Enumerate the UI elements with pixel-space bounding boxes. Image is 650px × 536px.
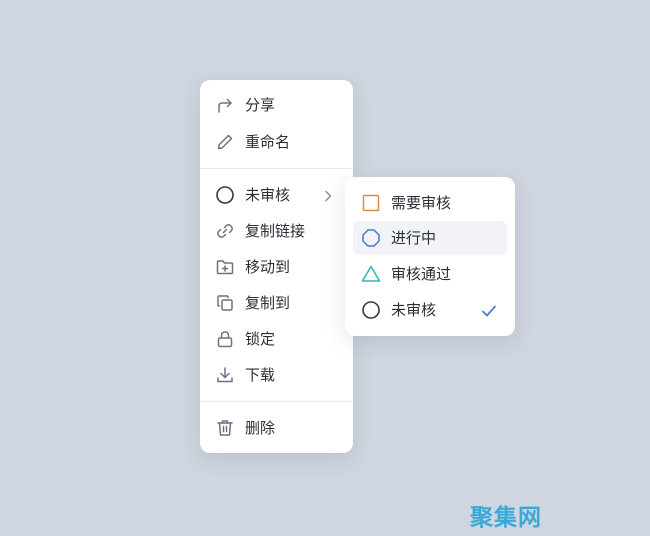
submenu-item-label: 未审核 [391, 301, 437, 319]
circle-icon [361, 300, 381, 320]
menu-item-copy-to[interactable]: 复制到 [200, 288, 353, 318]
menu-item-label: 锁定 [245, 330, 276, 348]
folder-plus-icon [215, 257, 235, 277]
square-icon [361, 193, 381, 213]
menu-item-move-to[interactable]: 移动到 [200, 252, 353, 282]
lock-icon [215, 329, 235, 349]
menu-item-label: 未审核 [245, 186, 291, 204]
menu-item-rename[interactable]: 重命名 [200, 127, 353, 157]
submenu-item-needs-review[interactable]: 需要审核 [353, 186, 507, 220]
share-icon [215, 95, 235, 115]
watermark-logo: 聚集网 [470, 505, 542, 531]
submenu-item-label: 审核通过 [391, 265, 452, 283]
submenu-item-label: 需要审核 [391, 194, 452, 212]
octagon-icon [361, 228, 381, 248]
menu-item-label: 复制链接 [245, 222, 306, 240]
context-menu: 分享 重命名 未审核 复制链接 移动到 复制到 锁定 下载 删除 [200, 80, 353, 453]
menu-item-label: 删除 [245, 419, 276, 437]
checkmark-icon [481, 303, 497, 317]
submenu-item-not-reviewed[interactable]: 未审核 [353, 293, 507, 327]
menu-item-label: 重命名 [245, 133, 291, 151]
download-icon [215, 365, 235, 385]
submenu-item-approved[interactable]: 审核通过 [353, 257, 507, 291]
trash-icon [215, 418, 235, 438]
menu-item-lock[interactable]: 锁定 [200, 324, 353, 354]
menu-item-label: 复制到 [245, 294, 291, 312]
menu-divider [200, 401, 353, 402]
review-status-submenu: 需要审核 进行中 审核通过 未审核 [345, 177, 515, 336]
menu-item-copy-link[interactable]: 复制链接 [200, 216, 353, 246]
menu-item-label: 下载 [245, 366, 276, 384]
triangle-icon [361, 264, 381, 284]
circle-icon [215, 185, 235, 205]
menu-item-download[interactable]: 下载 [200, 360, 353, 390]
menu-item-label: 分享 [245, 96, 276, 114]
menu-item-delete[interactable]: 删除 [200, 413, 353, 443]
submenu-item-label: 进行中 [391, 229, 437, 247]
copy-icon [215, 293, 235, 313]
submenu-item-in-progress[interactable]: 进行中 [353, 221, 507, 255]
pencil-icon [215, 132, 235, 152]
menu-item-review-status[interactable]: 未审核 [200, 180, 353, 210]
menu-item-label: 移动到 [245, 258, 291, 276]
link-icon [215, 221, 235, 241]
chevron-right-icon [321, 188, 335, 202]
menu-divider [200, 168, 353, 169]
menu-item-share[interactable]: 分享 [200, 90, 353, 120]
